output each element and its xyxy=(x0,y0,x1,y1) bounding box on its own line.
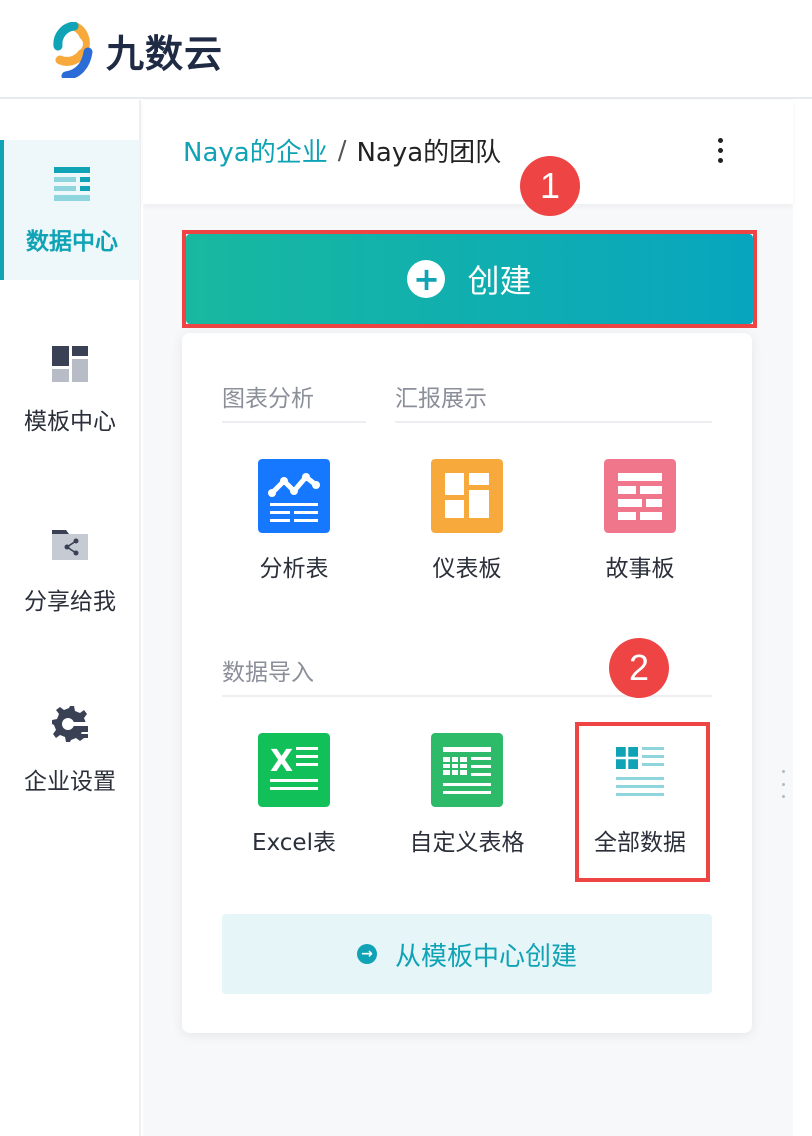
create-from-template-button[interactable]: → 从模板中心创建 xyxy=(222,914,712,994)
svg-text:X: X xyxy=(270,744,293,779)
tile-excel-table[interactable]: X Excel表 xyxy=(224,733,364,857)
sidebar-item-data-center[interactable]: 数据中心 xyxy=(0,140,140,280)
tile-label: Excel表 xyxy=(252,830,336,856)
top-header: 九数云 xyxy=(0,0,812,99)
breadcrumb-enterprise-link[interactable]: Naya的企业 xyxy=(183,132,328,169)
step-marker-2: 2 xyxy=(609,638,669,698)
tile-custom-table[interactable]: 自定义表格 xyxy=(397,733,537,857)
handle-dot-icon xyxy=(782,770,785,773)
main-area: Naya的企业 / Naya的团队 1 + 创建 图表分析 汇报展示 分析表 仪… xyxy=(143,100,793,1136)
template-center-icon xyxy=(52,346,88,382)
logo-text: 九数云 xyxy=(106,31,224,76)
breadcrumb-bar: Naya的企业 / Naya的团队 xyxy=(143,100,793,204)
more-dot-icon xyxy=(717,147,723,153)
tile-label: 故事板 xyxy=(605,556,675,582)
storyboard-icon xyxy=(604,459,676,533)
highlight-frame-all-data xyxy=(575,722,710,882)
dashboard-icon xyxy=(431,459,503,533)
create-button[interactable]: + 创建 xyxy=(186,234,753,324)
breadcrumb: Naya的企业 / Naya的团队 xyxy=(183,132,501,169)
sidebar: 数据中心 模板中心 分享给我 企业设置 xyxy=(0,100,141,1136)
sidebar-item-label: 分享给我 xyxy=(24,589,116,615)
tile-label: 分析表 xyxy=(259,556,329,582)
excel-icon: X xyxy=(258,733,330,807)
section-divider xyxy=(222,421,366,423)
sidebar-item-enterprise-settings[interactable]: 企业设置 xyxy=(0,680,140,820)
breadcrumb-separator: / xyxy=(337,135,347,166)
step-marker-1: 1 xyxy=(520,156,580,216)
tile-label: 仪表板 xyxy=(432,556,502,582)
sidebar-item-label: 模板中心 xyxy=(24,409,116,435)
handle-dot-icon xyxy=(782,782,785,786)
sidebar-item-template-center[interactable]: 模板中心 xyxy=(0,320,140,460)
section-title-chart-analysis: 图表分析 xyxy=(222,386,314,412)
more-dot-icon xyxy=(717,137,723,143)
resize-handle[interactable] xyxy=(782,770,786,798)
tile-label: 自定义表格 xyxy=(409,830,525,856)
section-title-report-display: 汇报展示 xyxy=(395,386,487,412)
more-options-button[interactable] xyxy=(705,130,735,170)
section-title-data-import: 数据导入 xyxy=(222,660,314,686)
section-divider xyxy=(395,421,712,423)
breadcrumb-team: Naya的团队 xyxy=(356,138,502,168)
arrow-right-icon: → xyxy=(356,944,377,964)
logo-icon xyxy=(53,22,93,78)
logo[interactable]: 九数云 xyxy=(50,22,223,78)
tile-storyboard[interactable]: 故事板 xyxy=(570,459,710,583)
create-button-label: 创建 xyxy=(467,262,532,300)
tile-analysis-table[interactable]: 分析表 xyxy=(224,459,364,583)
shared-with-me-icon xyxy=(52,530,88,560)
handle-dot-icon xyxy=(782,795,785,798)
more-dot-icon xyxy=(717,157,723,163)
plus-icon: + xyxy=(407,260,446,298)
create-from-template-label: 从模板中心创建 xyxy=(394,941,577,972)
analysis-chart-icon xyxy=(258,459,330,533)
custom-table-icon xyxy=(431,733,503,807)
gear-icon xyxy=(52,706,88,742)
sidebar-item-label: 数据中心 xyxy=(26,229,118,255)
data-center-icon xyxy=(54,167,90,201)
tile-dashboard[interactable]: 仪表板 xyxy=(397,459,537,583)
create-menu-panel: 图表分析 汇报展示 分析表 仪表板 故事板 数据导入 X Excel表 自定义表… xyxy=(182,333,752,1033)
sidebar-item-label: 企业设置 xyxy=(24,769,116,795)
sidebar-item-shared-with-me[interactable]: 分享给我 xyxy=(0,500,140,640)
